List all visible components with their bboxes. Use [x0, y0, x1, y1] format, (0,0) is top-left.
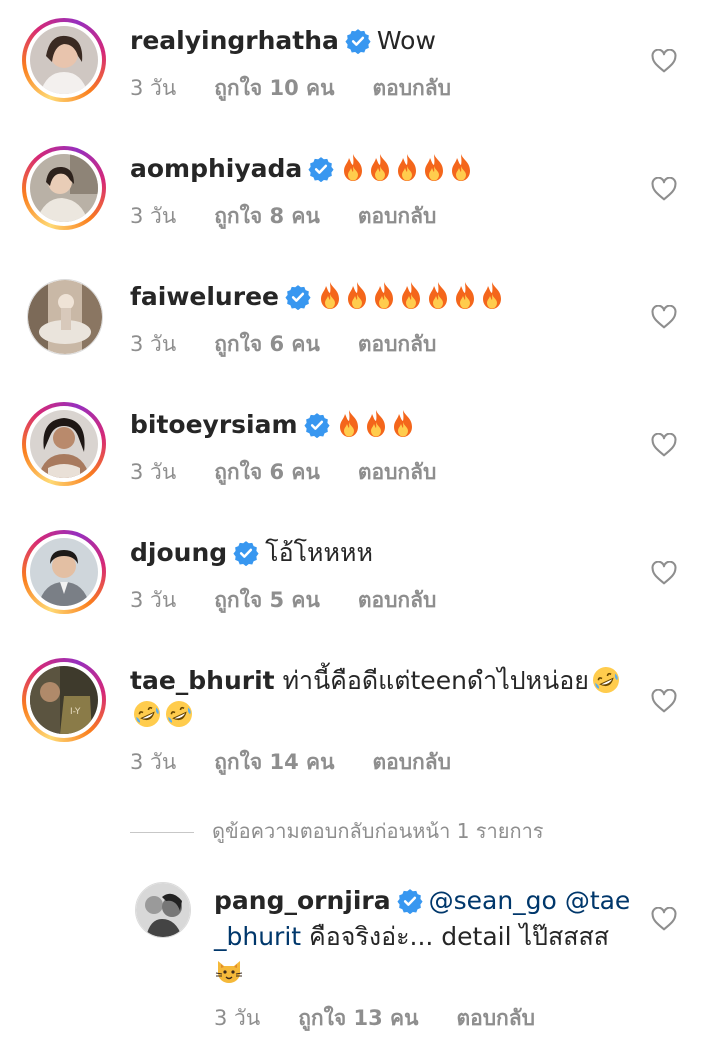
verified-badge-icon [345, 28, 371, 54]
like-count[interactable]: ถูกใจ 13 คน [298, 1006, 418, 1030]
reply-text: คือจริงอ่ะ... detail ไป๊สสสส [309, 922, 609, 951]
reply-button[interactable]: ตอบกลับ [358, 332, 437, 356]
comment-meta: 3 วัน ถูกใจ 10 คน ตอบกลับ [130, 72, 489, 105]
reply-meta: 3 วัน ถูกใจ 13 คน ตอบกลับ [214, 1002, 573, 1035]
comment-time: 3 วัน [130, 76, 177, 100]
mention-link[interactable]: _bhurit [214, 922, 301, 951]
comment-time: 3 วัน [130, 460, 177, 484]
comment-meta: 3 วัน ถูกใจ 8 คน ตอบกลับ [130, 200, 474, 233]
reply-username[interactable]: pang_ornjira [214, 886, 391, 915]
avatar [30, 538, 98, 606]
fire-emoji-group [317, 282, 506, 311]
mention-link[interactable]: @sean_go [429, 886, 557, 915]
mention-link[interactable]: @tae [565, 886, 631, 915]
rolling-laughing-emoji [591, 665, 621, 695]
svg-text:I-Y: I-Y [70, 707, 81, 717]
avatar: I-Y [30, 666, 98, 734]
avatar [30, 410, 98, 478]
fire-emoji [479, 281, 505, 311]
heart-icon[interactable] [651, 433, 677, 457]
reply-button[interactable]: ตอบกลับ [358, 588, 437, 612]
comment-meta: 3 วัน ถูกใจ 14 คน ตอบกลับ [130, 746, 489, 779]
avatar[interactable] [135, 882, 191, 938]
like-count[interactable]: ถูกใจ 10 คน [214, 76, 334, 100]
heart-icon[interactable] [651, 49, 677, 73]
fire-emoji [317, 281, 343, 311]
reply-button[interactable]: ตอบกลับ [358, 460, 437, 484]
comment-meta: 3 วัน ถูกใจ 6 คน ตอบกลับ [130, 328, 474, 361]
verified-badge-icon [308, 156, 334, 182]
avatar-story-ring[interactable] [22, 530, 106, 614]
comment-time: 3 วัน [130, 588, 177, 612]
comment-text: Wow [376, 26, 436, 55]
avatar-story-ring[interactable] [22, 146, 106, 230]
fire-emoji [452, 281, 478, 311]
avatar [30, 26, 98, 94]
fire-emoji [448, 153, 474, 183]
comment-username[interactable]: faiweluree [130, 282, 279, 311]
comment-username[interactable]: aomphiyada [130, 154, 302, 183]
comment-username[interactable]: djoung [130, 538, 227, 567]
verified-badge-icon [303, 412, 330, 438]
reply-time: 3 วัน [214, 1006, 261, 1030]
comment-username[interactable]: realyingrhatha [130, 26, 339, 55]
comment-username[interactable]: bitoeyrsiam [130, 410, 298, 439]
heart-icon[interactable] [651, 561, 677, 585]
reply-button[interactable]: ตอบกลับ [372, 76, 451, 100]
fire-emoji [363, 409, 389, 439]
avatar-story-ring[interactable]: I-Y [22, 658, 106, 742]
like-count[interactable]: ถูกใจ 8 คน [214, 204, 320, 228]
fire-emoji [367, 153, 393, 183]
avatar[interactable] [27, 279, 103, 355]
heart-icon[interactable] [651, 689, 677, 713]
reply-button[interactable]: ตอบกลับ [358, 204, 437, 228]
comment-meta: 3 วัน ถูกใจ 6 คน ตอบกลับ [130, 456, 474, 489]
heart-icon[interactable] [651, 907, 677, 931]
comment-meta: 3 วัน ถูกใจ 5 คน ตอบกลับ [130, 584, 474, 617]
divider [130, 832, 194, 833]
fire-emoji-group [340, 154, 475, 183]
fire-emoji-group [336, 410, 417, 439]
fire-emoji [398, 281, 424, 311]
rolling-laughing-emoji [132, 699, 162, 729]
reply-button[interactable]: ตอบกลับ [372, 750, 451, 774]
verified-badge-icon [233, 540, 259, 566]
fire-emoji [336, 409, 362, 439]
fire-emoji [371, 281, 397, 311]
heart-icon[interactable] [651, 177, 677, 201]
like-count[interactable]: ถูกใจ 14 คน [214, 750, 334, 774]
fire-emoji [425, 281, 451, 311]
comment-time: 3 วัน [130, 750, 177, 774]
comment-time: 3 วัน [130, 204, 177, 228]
comment-text: โอ้โหหหห [265, 538, 373, 567]
heart-icon[interactable] [651, 305, 677, 329]
avatar-story-ring[interactable] [22, 402, 106, 486]
avatar-story-ring[interactable] [22, 18, 106, 102]
like-count[interactable]: ถูกใจ 6 คน [214, 332, 320, 356]
fire-emoji [421, 153, 447, 183]
fire-emoji [340, 153, 366, 183]
fire-emoji [344, 281, 370, 311]
fire-emoji [390, 409, 416, 439]
rolling-laughing-emoji [164, 699, 194, 729]
cat-emoji [214, 955, 244, 985]
view-previous-replies-button[interactable]: ดูข้อความตอบกลับก่อนหน้า 1 รายการ [130, 815, 544, 847]
comment-text: ท่านี้คือดีแต่teenดำไปหน่อย [282, 666, 589, 695]
comment-username[interactable]: tae_bhurit [130, 666, 275, 695]
like-count[interactable]: ถูกใจ 6 คน [214, 460, 320, 484]
fire-emoji [394, 153, 420, 183]
verified-badge-icon [397, 888, 423, 914]
verified-badge-icon [285, 284, 311, 310]
comment-time: 3 วัน [130, 332, 177, 356]
like-count[interactable]: ถูกใจ 5 คน [214, 588, 320, 612]
view-replies-label: ดูข้อความตอบกลับก่อนหน้า 1 รายการ [212, 819, 544, 843]
reply-button[interactable]: ตอบกลับ [456, 1006, 535, 1030]
avatar [30, 154, 98, 222]
